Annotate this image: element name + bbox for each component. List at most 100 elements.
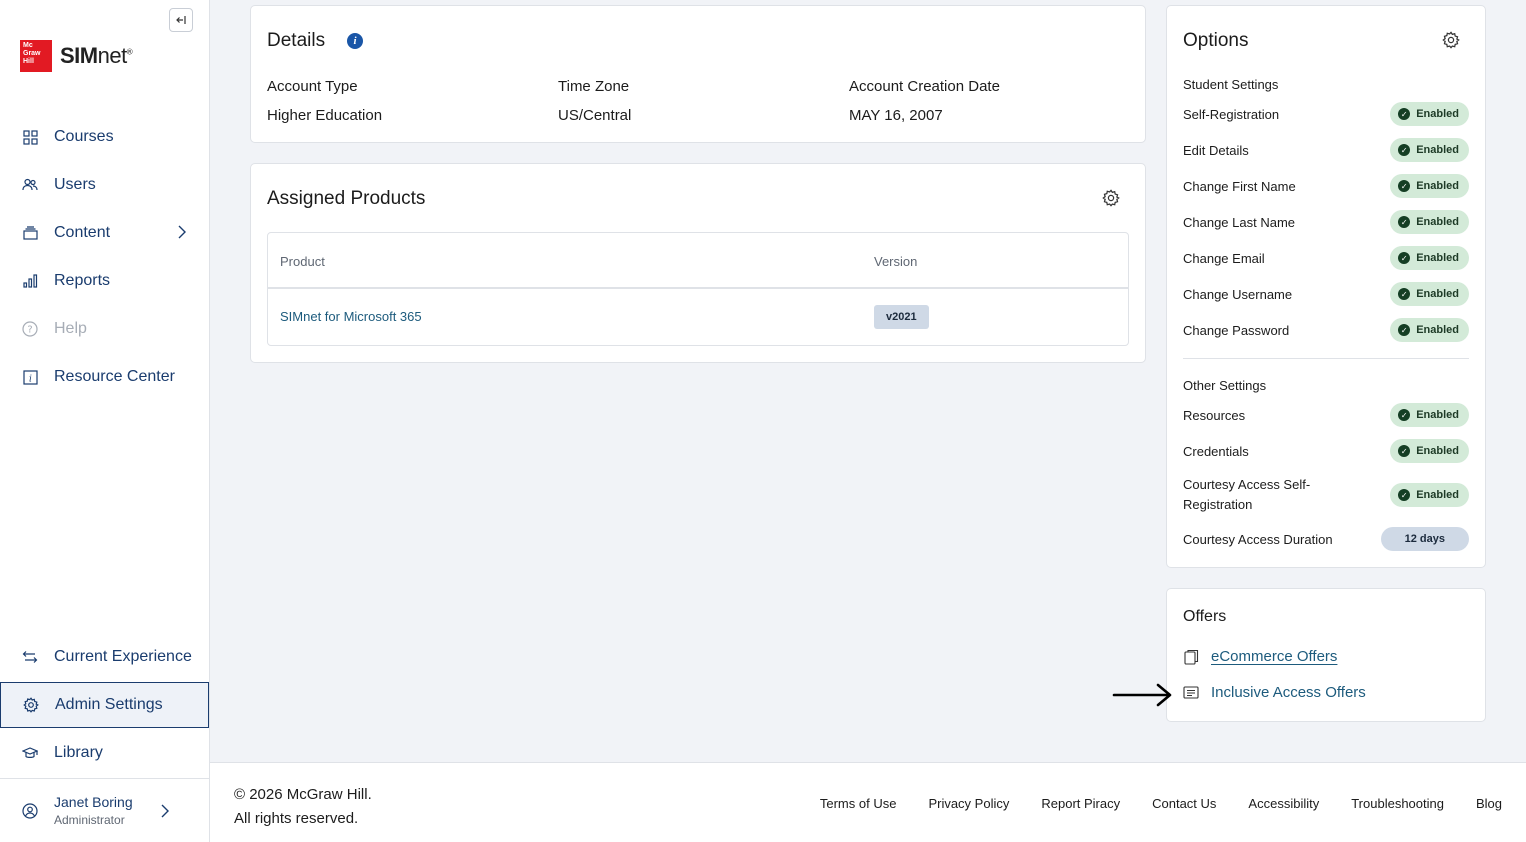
status-badge: ✓ Enabled: [1390, 174, 1469, 198]
status-badge: ✓ Enabled: [1390, 483, 1469, 507]
sidebar-item-label: Courses: [54, 128, 114, 145]
footer-links: Terms of Use Privacy Policy Report Pirac…: [820, 796, 1502, 811]
ecommerce-offers-link[interactable]: eCommerce Offers: [1183, 648, 1337, 665]
option-row: Courtesy Access Duration 12 days: [1183, 527, 1469, 551]
option-label: Change Email: [1183, 250, 1265, 266]
info-icon[interactable]: i: [347, 33, 363, 49]
sidebar-item-courses[interactable]: Courses: [0, 114, 209, 160]
svg-text:i: i: [29, 374, 32, 384]
collapse-sidebar-button[interactable]: [169, 8, 193, 32]
copy-icon: [1183, 649, 1199, 665]
student-settings-heading: Student Settings: [1183, 77, 1279, 92]
details-card: Details i Account Type Higher Education …: [250, 5, 1146, 143]
sidebar-item-content[interactable]: Content: [0, 210, 209, 256]
assigned-products-title: Assigned Products: [267, 188, 426, 209]
sidebar: Mc Graw Hill SIMnet® Courses Users Content…: [0, 0, 210, 842]
detail-label: Account Type: [267, 78, 358, 95]
gear-icon: [1102, 189, 1120, 207]
option-label: Change Username: [1183, 286, 1293, 302]
option-label: Change Password: [1183, 322, 1290, 338]
product-name: SIMnet®: [60, 43, 133, 68]
option-label: Courtesy Access Duration: [1183, 531, 1333, 547]
check-icon: ✓: [1398, 324, 1411, 336]
status-badge: ✓ Enabled: [1390, 282, 1469, 306]
detail-value: US/Central: [558, 107, 632, 124]
check-icon: ✓: [1398, 288, 1411, 300]
copyright-line: © 2026 McGraw Hill.: [234, 786, 372, 803]
option-row: Change First Name ✓ Enabled: [1183, 174, 1469, 198]
product-link[interactable]: SIMnet for Microsoft 365: [280, 309, 422, 324]
option-label: Courtesy Access Self-Registration: [1183, 477, 1311, 512]
sidebar-item-label: Content: [54, 224, 111, 241]
sidebar-item-resource-center[interactable]: i Resource Center: [0, 354, 209, 400]
copyright-line: All rights reserved.: [234, 810, 359, 827]
svg-text:?: ?: [27, 325, 32, 336]
detail-value: MAY 16, 2007: [849, 107, 943, 124]
sidebar-item-help[interactable]: ? Help: [0, 306, 209, 352]
option-row: Courtesy Access Self-Registration ✓ Enabl…: [1183, 475, 1469, 515]
footer-link-troubleshooting[interactable]: Troubleshooting: [1351, 796, 1444, 811]
sidebar-item-users[interactable]: Users: [0, 162, 209, 208]
grid-icon: [22, 129, 38, 145]
option-label: Change First Name: [1183, 178, 1296, 194]
option-row: Edit Details ✓ Enabled: [1183, 138, 1469, 162]
check-icon: ✓: [1398, 108, 1411, 120]
sidebar-item-current-experience[interactable]: Current Experience: [0, 634, 209, 680]
version-badge: v2021: [874, 305, 929, 329]
user-avatar-icon: [22, 802, 38, 819]
gear-icon: [23, 697, 39, 713]
chevron-right-icon: [161, 804, 169, 818]
sidebar-item-label: Reports: [54, 272, 111, 289]
detail-creation-date: Account Creation Date MAY 16, 2007: [849, 78, 1000, 124]
sidebar-item-reports[interactable]: Reports: [0, 258, 209, 304]
assigned-products-card: Assigned Products Product Version SIMnet…: [250, 163, 1146, 363]
footer-link-blog[interactable]: Blog: [1476, 796, 1502, 811]
products-settings-button[interactable]: [1102, 189, 1120, 207]
sidebar-item-library[interactable]: Library: [0, 730, 209, 776]
check-icon: ✓: [1398, 489, 1411, 501]
footer-link-contact[interactable]: Contact Us: [1152, 796, 1216, 811]
option-row: Credentials ✓ Enabled: [1183, 439, 1469, 463]
footer-link-report-piracy[interactable]: Report Piracy: [1041, 796, 1120, 811]
column-header-version: Version: [874, 254, 918, 269]
gear-icon: [1442, 31, 1460, 49]
footer: © 2026 McGraw Hill. All rights reserved.…: [210, 762, 1526, 842]
option-label: Resources: [1183, 407, 1246, 423]
footer-link-terms[interactable]: Terms of Use: [820, 796, 897, 811]
users-icon: [22, 177, 38, 193]
option-label: Edit Details: [1183, 142, 1249, 158]
other-settings-heading: Other Settings: [1183, 378, 1267, 393]
status-badge: ✓ Enabled: [1390, 210, 1469, 234]
logo[interactable]: Mc Graw Hill SIMnet®: [20, 40, 133, 72]
pointer-arrow-icon: [1112, 683, 1172, 707]
sidebar-item-admin-settings[interactable]: Admin Settings: [0, 682, 209, 728]
sidebar-item-label: Admin Settings: [55, 696, 163, 713]
option-row: Change Username ✓ Enabled: [1183, 282, 1469, 306]
offers-title: Offers: [1183, 608, 1227, 625]
status-badge: ✓ Enabled: [1390, 246, 1469, 270]
detail-value: Higher Education: [267, 107, 383, 124]
check-icon: ✓: [1398, 252, 1411, 264]
check-icon: ✓: [1398, 216, 1411, 228]
sidebar-item-label: Current Experience: [54, 648, 192, 665]
sidebar-item-label: Help: [54, 320, 87, 337]
option-label: Self-Registration: [1183, 106, 1280, 122]
copyright: © 2026 McGraw Hill. All rights reserved.: [234, 783, 372, 831]
options-settings-button[interactable]: [1442, 31, 1460, 49]
status-badge: ✓ Enabled: [1390, 403, 1469, 427]
inclusive-access-offers-link[interactable]: Inclusive Access Offers: [1183, 684, 1366, 701]
collapse-left-icon: [176, 16, 186, 24]
details-title: Details: [267, 30, 326, 51]
column-header-product: Product: [280, 254, 325, 269]
user-profile[interactable]: Janet Boring Administrator: [0, 778, 209, 842]
options-title: Options: [1183, 30, 1249, 51]
footer-link-accessibility[interactable]: Accessibility: [1248, 796, 1319, 811]
option-row: Change Last Name ✓ Enabled: [1183, 210, 1469, 234]
check-icon: ✓: [1398, 445, 1411, 457]
user-role: Administrator: [54, 813, 125, 827]
question-icon: ?: [22, 321, 38, 337]
footer-link-privacy[interactable]: Privacy Policy: [928, 796, 1009, 811]
check-icon: ✓: [1398, 409, 1411, 421]
table-row: SIMnet for Microsoft 365 v2021: [268, 289, 1128, 345]
detail-label: Account Creation Date: [849, 78, 1000, 95]
